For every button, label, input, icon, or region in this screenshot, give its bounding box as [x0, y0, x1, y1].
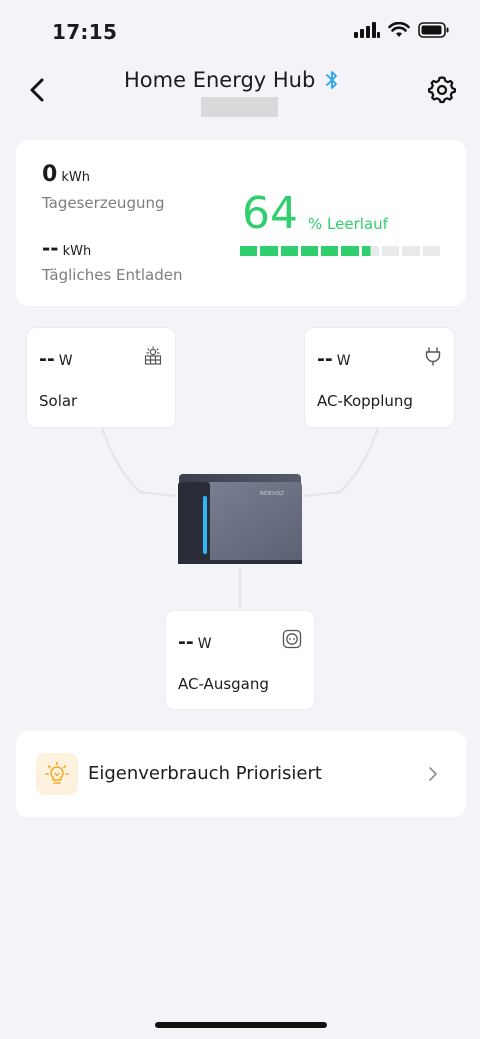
solar-panel-icon: [144, 346, 162, 365]
ac-coupling-node[interactable]: -- W AC-Kopplung: [304, 327, 455, 428]
home-indicator: [155, 1022, 327, 1028]
battery-device-image: INDEVOLT: [178, 474, 302, 564]
solar-label: Solar: [39, 392, 78, 410]
ac-coupling-label: AC-Kopplung: [317, 392, 413, 410]
socket-icon: [282, 629, 302, 649]
ac-output-power-value: -- W: [178, 631, 212, 653]
solar-power-unit: W: [58, 353, 73, 369]
ac-output-label: AC-Ausgang: [178, 675, 269, 693]
ac-output-power-unit: W: [197, 636, 212, 652]
ac-coupling-power-unit: W: [336, 353, 351, 369]
chevron-right-icon: [429, 767, 437, 781]
operating-mode-label: Eigenverbrauch Priorisiert: [88, 763, 322, 784]
solar-power-number: --: [39, 348, 55, 370]
operating-mode-card[interactable]: Eigenverbrauch Priorisiert: [16, 731, 466, 817]
ac-output-node[interactable]: -- W AC-Ausgang: [165, 610, 315, 710]
solar-node[interactable]: -- W Solar: [26, 327, 176, 428]
lightbulb-icon: [45, 761, 69, 784]
device-brand-label: INDEVOLT: [260, 491, 286, 497]
ac-coupling-power-value: -- W: [317, 348, 351, 370]
ac-coupling-power-number: --: [317, 348, 333, 370]
ac-output-power-number: --: [178, 631, 194, 653]
solar-power-value: -- W: [39, 348, 73, 370]
mode-icon-container: [36, 753, 78, 795]
plug-icon: [425, 347, 441, 366]
